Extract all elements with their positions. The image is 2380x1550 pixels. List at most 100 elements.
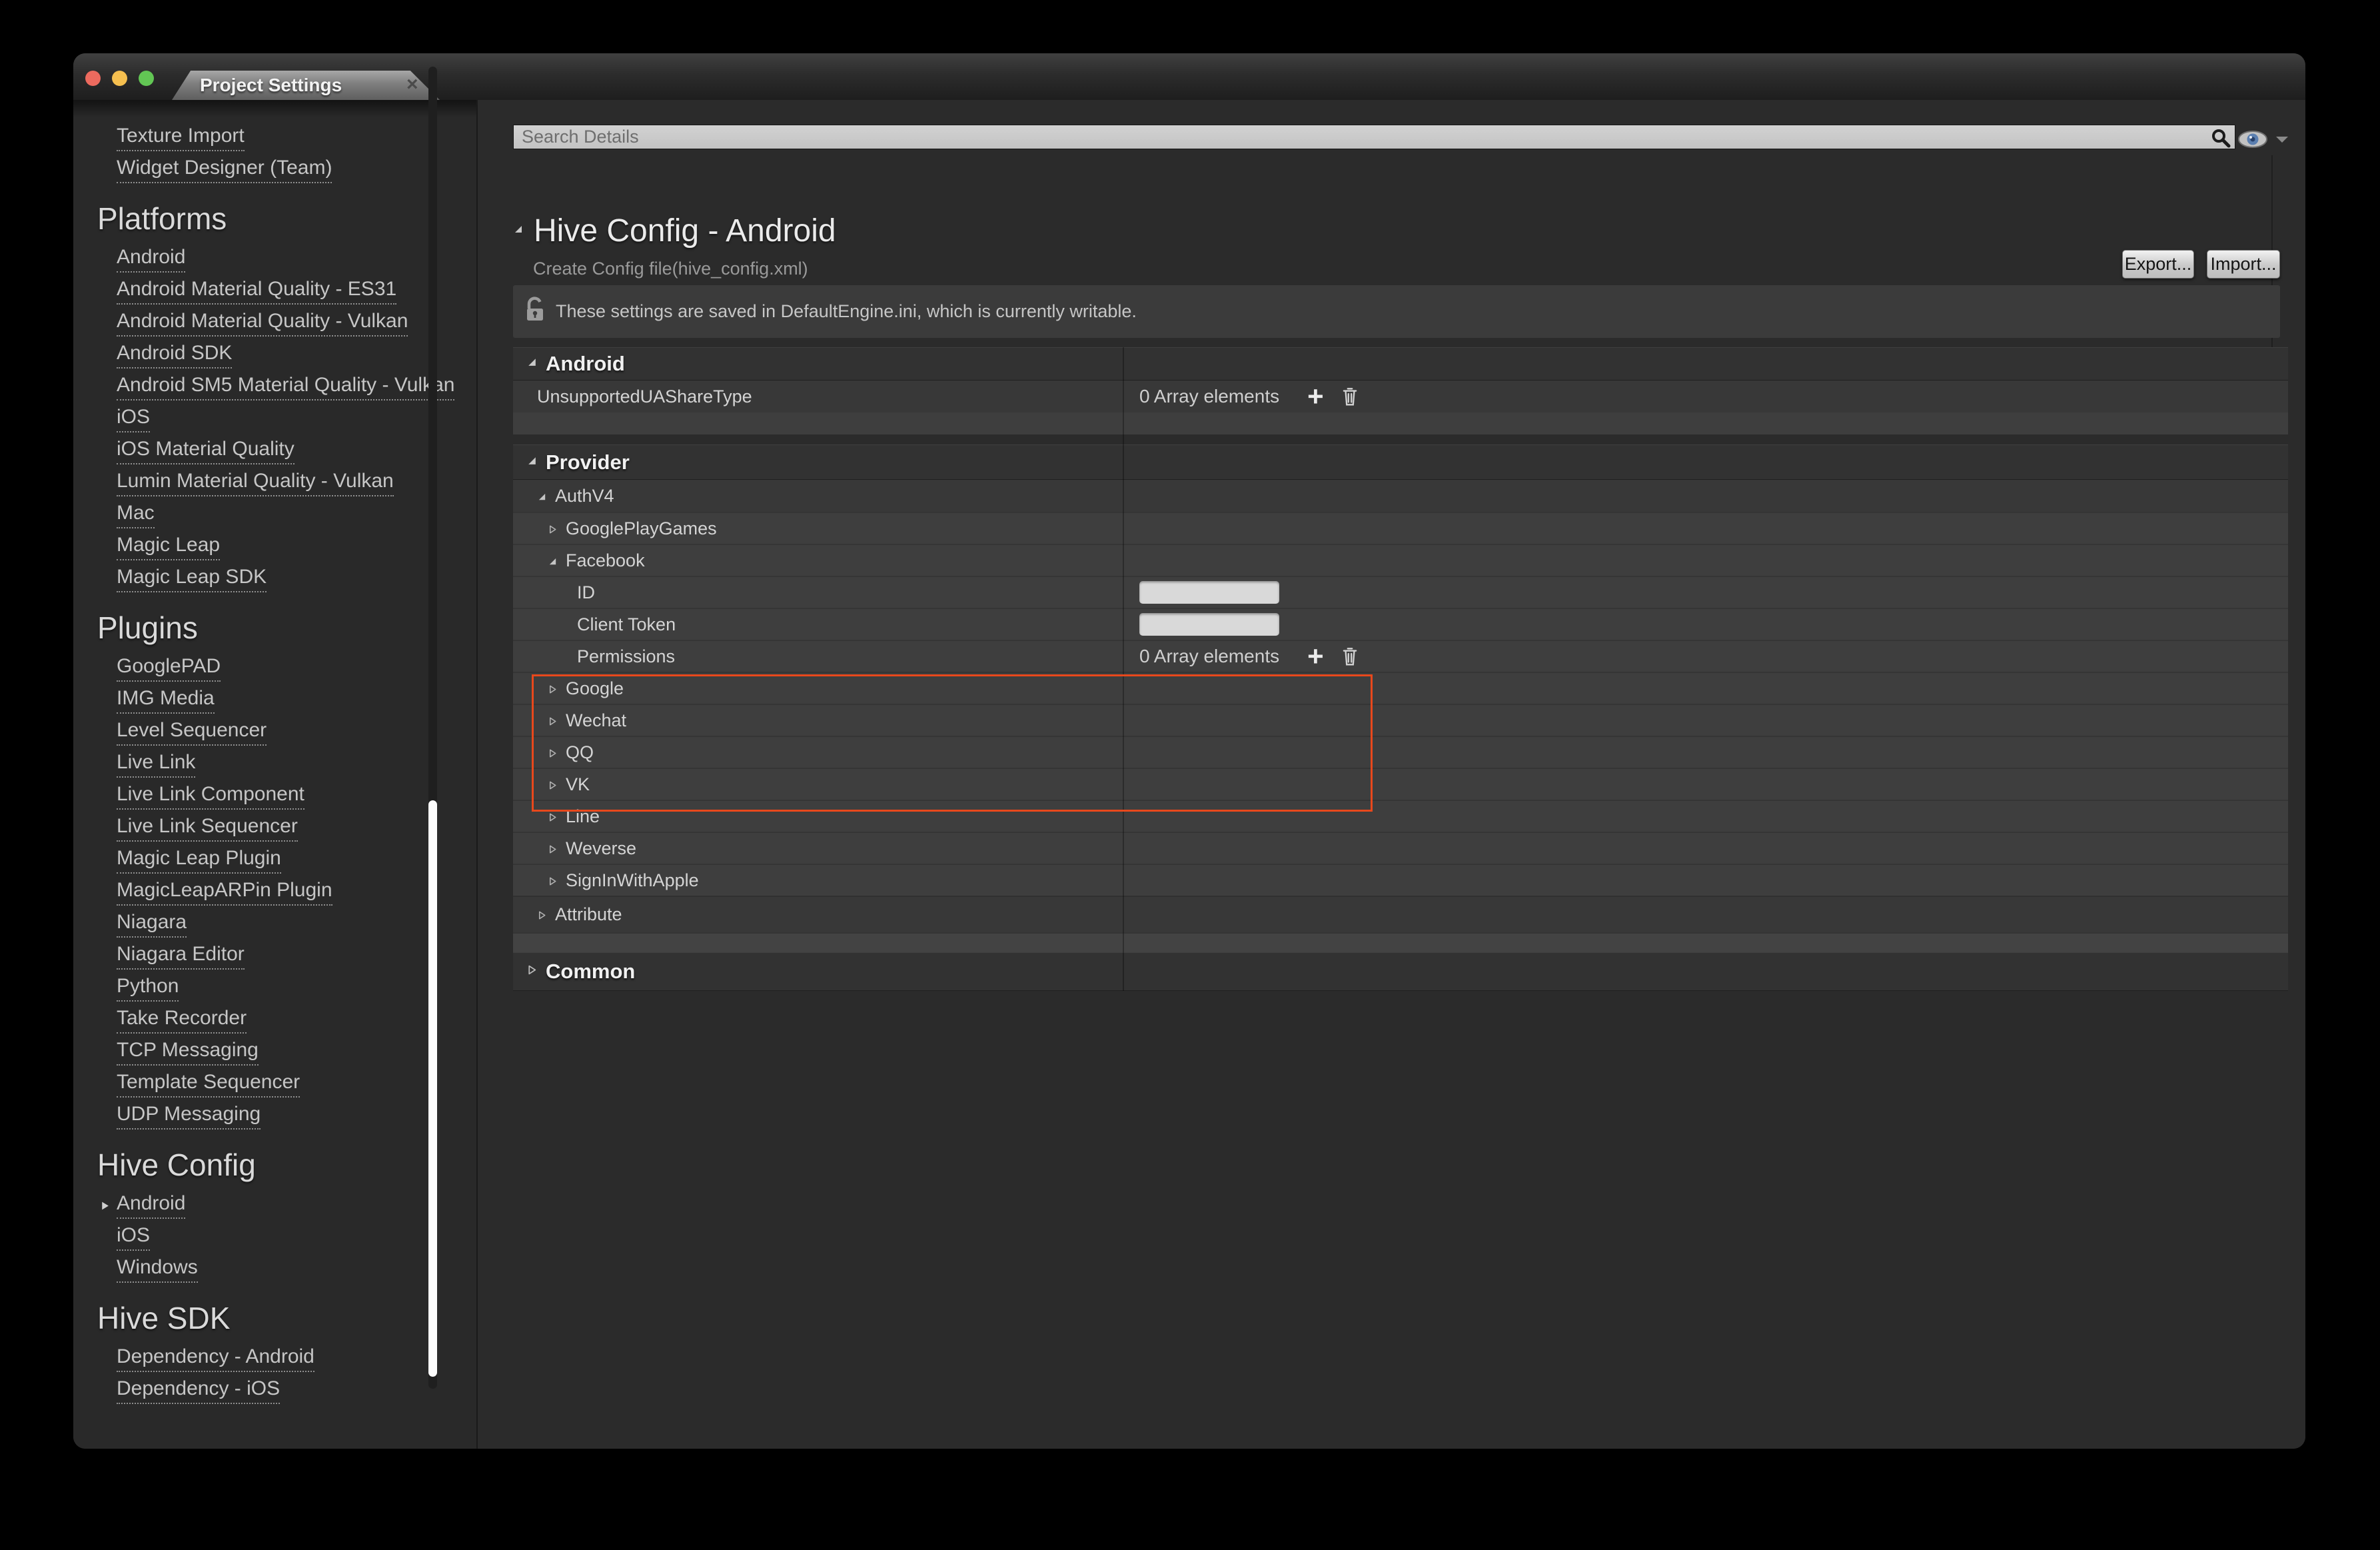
import-button[interactable]: Import...	[2207, 250, 2280, 279]
sidebar-item-label: Dependency - Android	[117, 1345, 314, 1372]
sidebar-item-live-link-component[interactable]: Live Link Component	[73, 780, 476, 812]
category-expanded-icon[interactable]	[526, 455, 538, 470]
sidebar-item-android-sdk[interactable]: Android SDK	[73, 339, 476, 371]
sidebar-item-template-sequencer[interactable]: Template Sequencer	[73, 1068, 476, 1100]
property-row-line[interactable]: Line	[513, 800, 2288, 832]
sidebar-item-live-link[interactable]: Live Link	[73, 748, 476, 780]
sidebar-item-magic-leap-sdk[interactable]: Magic Leap SDK	[73, 563, 476, 595]
sidebar-item-label: Android Material Quality - ES31	[117, 278, 396, 305]
property-row-attribute[interactable]: Attribute	[513, 896, 2288, 932]
section-expanded-icon[interactable]	[513, 224, 524, 238]
tab-project-settings[interactable]: Project Settings ×	[172, 71, 440, 100]
sidebar-item-windows[interactable]: Windows	[73, 1253, 476, 1285]
sidebar-item-label: Level Sequencer	[117, 719, 267, 746]
visibility-eye-icon[interactable]	[2237, 129, 2269, 153]
title-bar[interactable]: Project Settings ×	[73, 53, 2305, 101]
sidebar-item-label: MagicLeapARPin Plugin	[117, 879, 332, 906]
sidebar-item-img-media[interactable]: IMG Media	[73, 684, 476, 716]
row-collapsed-icon[interactable]	[548, 838, 558, 859]
property-row-googleplaygames[interactable]: GooglePlayGames	[513, 512, 2288, 544]
sidebar-item-ios[interactable]: iOS	[73, 1221, 476, 1253]
minimize-window-button[interactable]	[112, 71, 127, 86]
zoom-window-button[interactable]	[139, 71, 154, 86]
row-collapsed-icon[interactable]	[548, 518, 558, 539]
sidebar-item-android[interactable]: Android	[73, 243, 476, 275]
sidebar-item-label: UDP Messaging	[117, 1103, 261, 1130]
row-collapsed-icon[interactable]	[548, 678, 558, 699]
property-name: Wechat	[566, 710, 626, 731]
sidebar-item-take-recorder[interactable]: Take Recorder	[73, 1004, 476, 1036]
search-input[interactable]	[514, 125, 2235, 149]
property-row-permissions[interactable]: Permissions 0 Array elements +	[513, 640, 2288, 672]
row-collapsed-icon[interactable]	[548, 870, 558, 891]
sidebar-section-hive-config: Hive Config	[73, 1145, 476, 1185]
sidebar-item-dependency-android[interactable]: Dependency - Android	[73, 1343, 476, 1375]
sidebar-item-python[interactable]: Python	[73, 972, 476, 1004]
row-collapsed-icon[interactable]	[548, 806, 558, 827]
row-collapsed-icon[interactable]	[548, 774, 558, 795]
sidebar-scrollbar-thumb[interactable]	[428, 800, 437, 1377]
sidebar-item-tcp-messaging[interactable]: TCP Messaging	[73, 1036, 476, 1068]
property-row-client-token[interactable]: Client Token	[513, 608, 2288, 640]
sidebar-item-android-material-quality-vulkan[interactable]: Android Material Quality - Vulkan	[73, 307, 476, 339]
add-array-element-icon[interactable]: +	[1307, 383, 1324, 410]
sidebar-item-android[interactable]: Android	[73, 1189, 476, 1221]
property-row-wechat[interactable]: Wechat	[513, 704, 2288, 736]
name-value-splitter[interactable]	[1123, 347, 1124, 991]
create-config-link[interactable]: Create Config file(hive_config.xml)	[533, 259, 808, 279]
search-details-field[interactable]	[513, 125, 2235, 149]
sidebar-item-ios-material-quality[interactable]: iOS Material Quality	[73, 435, 476, 467]
category-common[interactable]: Common	[513, 952, 2288, 991]
property-row-unsupporteduasharetype[interactable]: UnsupportedUAShareType0 Array elements+	[513, 381, 2288, 412]
close-window-button[interactable]	[85, 71, 101, 86]
property-row-facebook[interactable]: Facebook	[513, 544, 2288, 576]
sidebar-item-label: Android Material Quality - Vulkan	[117, 310, 408, 337]
category-expanded-icon[interactable]	[526, 357, 538, 371]
property-row-id[interactable]: ID	[513, 576, 2288, 608]
row-collapsed-icon[interactable]	[548, 710, 558, 731]
property-row-qq[interactable]: QQ	[513, 736, 2288, 768]
delete-array-icon[interactable]	[1341, 646, 1359, 667]
row-collapsed-icon[interactable]	[537, 904, 547, 925]
client-token-input[interactable]	[1139, 613, 1279, 636]
property-row-weverse[interactable]: Weverse	[513, 832, 2288, 864]
id-input[interactable]	[1139, 581, 1279, 604]
visibility-dropdown-caret-icon[interactable]	[2274, 134, 2290, 148]
sidebar-item-android-sm5-material-quality-vulkan[interactable]: Android SM5 Material Quality - Vulkan	[73, 371, 476, 403]
sidebar-item-googlepad[interactable]: GooglePAD	[73, 652, 476, 684]
sidebar-item-niagara-editor[interactable]: Niagara Editor	[73, 940, 476, 972]
export-button[interactable]: Export...	[2122, 250, 2194, 279]
delete-array-icon[interactable]	[1341, 386, 1359, 407]
tab-close-icon[interactable]: ×	[406, 73, 418, 96]
sidebar-item-texture-import[interactable]: Texture Import	[73, 122, 476, 154]
sidebar-item-magicleaparpin-plugin[interactable]: MagicLeapARPin Plugin	[73, 876, 476, 908]
property-row-authv4[interactable]: AuthV4	[513, 480, 2288, 512]
row-expanded-icon[interactable]	[537, 486, 547, 506]
property-row-vk[interactable]: VK	[513, 768, 2288, 800]
sidebar-item-live-link-sequencer[interactable]: Live Link Sequencer	[73, 812, 476, 844]
row-expanded-icon[interactable]	[548, 550, 558, 571]
sidebar-item-niagara[interactable]: Niagara	[73, 908, 476, 940]
property-name: UnsupportedUAShareType	[537, 387, 752, 407]
row-collapsed-icon[interactable]	[548, 742, 558, 763]
property-name: Permissions	[577, 646, 675, 667]
category-title: Provider	[546, 450, 630, 474]
selected-item-arrow-icon	[100, 1201, 110, 1214]
property-row-google[interactable]: Google	[513, 672, 2288, 704]
property-row-signinwithapple[interactable]: SignInWithApple	[513, 864, 2288, 896]
sidebar-item-ios[interactable]: iOS	[73, 403, 476, 435]
sidebar-item-android-material-quality-es31[interactable]: Android Material Quality - ES31	[73, 275, 476, 307]
sidebar-item-mac[interactable]: Mac	[73, 499, 476, 531]
sidebar-item-magic-leap-plugin[interactable]: Magic Leap Plugin	[73, 844, 476, 876]
category-android[interactable]: Android	[513, 347, 2288, 381]
sidebar-item-dependency-ios[interactable]: Dependency - iOS	[73, 1375, 476, 1407]
category-provider[interactable]: Provider	[513, 444, 2288, 480]
array-elements-count: 0 Array elements	[1139, 646, 1279, 667]
sidebar-item-level-sequencer[interactable]: Level Sequencer	[73, 716, 476, 748]
sidebar-item-widget-designer-team[interactable]: Widget Designer (Team)	[73, 154, 476, 186]
sidebar-item-lumin-material-quality-vulkan[interactable]: Lumin Material Quality - Vulkan	[73, 467, 476, 499]
add-array-element-icon[interactable]: +	[1307, 642, 1324, 670]
sidebar-item-magic-leap[interactable]: Magic Leap	[73, 531, 476, 563]
sidebar-item-udp-messaging[interactable]: UDP Messaging	[73, 1100, 476, 1132]
category-collapsed-icon[interactable]	[526, 964, 538, 979]
